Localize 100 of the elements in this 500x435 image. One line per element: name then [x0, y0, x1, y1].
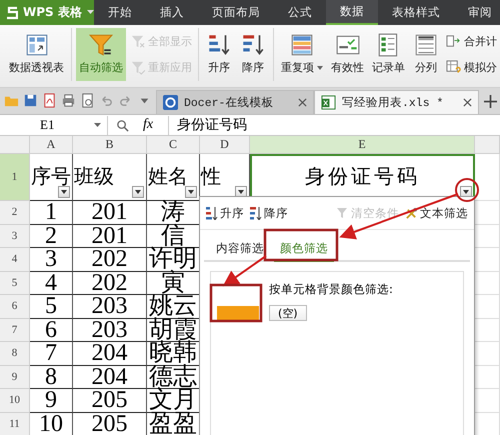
document-tab[interactable]: 写经验用表.xls *	[314, 90, 479, 114]
funnel-icon	[130, 34, 145, 49]
filter-dropdown-button[interactable]	[58, 186, 70, 198]
menu-tab[interactable]: 页面布局	[198, 0, 274, 25]
caret-icon	[86, 10, 94, 15]
ribbon-button[interactable]: 降序	[237, 28, 269, 81]
highlight-circle	[455, 178, 479, 202]
tab-title: Docer-在线模板	[184, 96, 274, 110]
table-cell: 性	[201, 167, 221, 187]
ribbon-button[interactable]: 升序	[203, 28, 235, 81]
close-icon[interactable]	[463, 98, 472, 107]
table-cell: 6	[45, 318, 57, 342]
app-name: WPS 表格	[23, 4, 82, 21]
highlight-frame	[210, 284, 262, 322]
table-cell: 202	[92, 270, 128, 295]
ribbon-button[interactable]: 重复项	[278, 28, 326, 81]
funnel-icon	[88, 32, 114, 58]
preview-icon[interactable]	[80, 93, 95, 108]
app-menu-button[interactable]: WPS 表格	[0, 0, 94, 25]
docer-icon	[163, 95, 178, 110]
filter-dropdown-button[interactable]	[132, 186, 144, 198]
sort-button[interactable]: 降序	[250, 206, 288, 220]
spreadsheet-icon	[321, 95, 336, 110]
column-header[interactable]: D	[200, 136, 250, 154]
ribbon-button[interactable]: 自动筛选	[76, 28, 126, 81]
menu-tab[interactable]: 表格样式	[378, 0, 454, 25]
ribbon-button[interactable]: 合并计	[444, 32, 499, 51]
pivot-table-icon	[24, 32, 50, 58]
cell-reference: E1	[40, 117, 54, 133]
add-tab-icon[interactable]	[484, 94, 497, 108]
grid-question-icon	[446, 60, 461, 76]
table-cell: 许明	[149, 247, 197, 272]
ribbon-button[interactable]: 记录单	[369, 28, 408, 81]
save-icon[interactable]	[23, 93, 38, 108]
row-header[interactable]: 3	[0, 224, 30, 248]
table-cell: 9	[45, 388, 57, 412]
row-header[interactable]: 7	[0, 318, 30, 342]
table-cell: 3	[45, 247, 57, 272]
table-cell: 寅	[161, 270, 185, 295]
empty-option-button[interactable]: (空)	[269, 305, 307, 321]
print-icon[interactable]	[61, 93, 76, 108]
funnel-icon	[337, 207, 349, 219]
function-button[interactable]: fx	[143, 117, 154, 133]
table-cell: 203	[92, 294, 128, 318]
table-cell: 8	[45, 364, 57, 389]
name-box[interactable]: E1	[0, 116, 108, 134]
filter-tab[interactable]: 颜色筛选	[274, 238, 334, 262]
row-header[interactable]: 9	[0, 366, 30, 389]
filter-dropdown-button[interactable]	[185, 186, 197, 198]
table-cell: 10	[39, 412, 63, 435]
text-filter-button[interactable]: 文本筛选	[405, 206, 468, 220]
menu-tab[interactable]: 数据	[326, 0, 378, 25]
zoom-icon[interactable]	[116, 118, 129, 132]
row-header[interactable]: 11	[0, 412, 30, 435]
row-header[interactable]: 5	[0, 272, 30, 295]
table-cell: 信	[161, 224, 185, 248]
ribbon-button[interactable]: 模拟分	[444, 58, 499, 78]
color-swatch[interactable]	[217, 306, 259, 320]
table-cell: 晓韩	[149, 341, 197, 366]
funnel-icon	[130, 60, 145, 76]
logo-icon	[6, 6, 18, 20]
formula-field[interactable]: 身份证号码	[168, 116, 500, 134]
filter-tab[interactable]: 内容筛选	[210, 238, 270, 260]
caret-icon	[94, 122, 102, 128]
table-cell: 盈盈	[149, 412, 197, 435]
table-cell: 202	[92, 247, 128, 272]
table-cell: 204	[92, 364, 128, 389]
column-header[interactable]: A	[30, 136, 73, 154]
sort-ascending-icon	[206, 206, 218, 220]
row-header[interactable]: 1	[0, 154, 30, 201]
table-cell: 205	[92, 412, 128, 435]
ribbon-button[interactable]: 有效性	[328, 28, 367, 81]
row-header[interactable]: 4	[0, 248, 30, 272]
arrow	[222, 255, 267, 286]
table-cell: 2	[45, 224, 57, 248]
tools-icon	[405, 206, 418, 220]
table-cell: 203	[92, 318, 128, 342]
table-cell: 序号	[31, 167, 71, 187]
table-cell: 身份证号码	[305, 167, 420, 187]
ribbon-button[interactable]: 数据透视表	[6, 28, 67, 81]
menu-tab[interactable]: 开始	[94, 0, 146, 25]
menu-tab[interactable]: 公式	[274, 0, 326, 25]
document-tab[interactable]: Docer-在线模板	[156, 90, 314, 114]
menu-tab[interactable]: 审阅	[454, 0, 500, 25]
row-header[interactable]: 10	[0, 389, 30, 412]
row-header[interactable]: 6	[0, 295, 30, 318]
close-icon[interactable]	[298, 98, 307, 107]
filter-prompt: 按单元格背景颜色筛选:	[268, 282, 394, 297]
menu-tab[interactable]: 插入	[146, 0, 198, 25]
sort-button[interactable]: 升序	[206, 206, 244, 220]
table-cell: 201	[92, 200, 128, 224]
column-header[interactable]: B	[73, 136, 147, 154]
table-cell: 7	[45, 341, 57, 366]
row-header[interactable]: 2	[0, 201, 30, 224]
row-header[interactable]: 8	[0, 342, 30, 366]
column-header[interactable]: E	[250, 136, 475, 154]
table-cell: 班级	[74, 167, 114, 187]
table-cell: 姓名	[148, 167, 188, 187]
ribbon-button[interactable]: 分列	[410, 28, 442, 81]
column-header[interactable]: C	[147, 136, 200, 154]
